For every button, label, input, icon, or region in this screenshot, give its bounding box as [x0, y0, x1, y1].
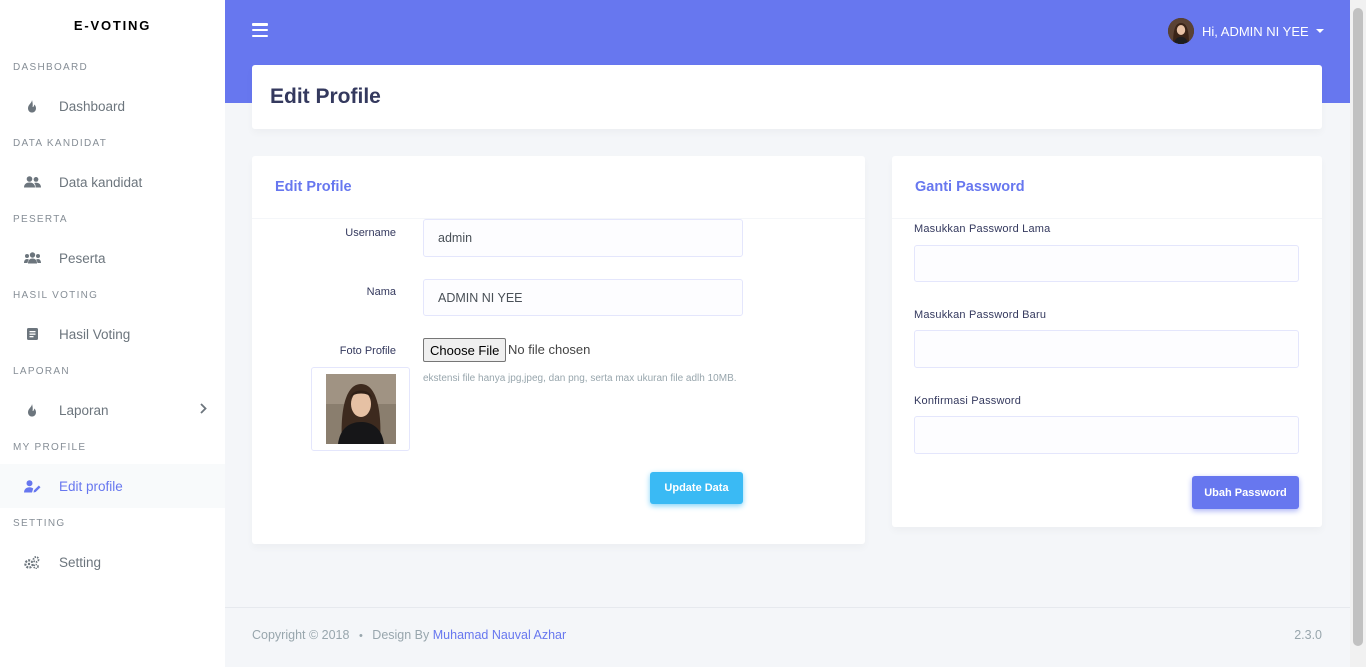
update-data-button[interactable]: Update Data: [650, 472, 743, 504]
sidebar-item-label: Hasil Voting: [59, 326, 131, 342]
chevron-right-icon: [200, 402, 207, 417]
menu-header-setting: SETTING: [13, 518, 66, 529]
sidebar-item-hasil-voting[interactable]: Hasil Voting: [0, 312, 225, 356]
new-password-input[interactable]: [914, 330, 1299, 368]
section-header: Edit Profile: [252, 65, 1322, 129]
menu-header-my-profile: MY PROFILE: [13, 442, 87, 453]
choose-file-button[interactable]: Choose File: [423, 338, 507, 362]
old-password-input[interactable]: [914, 245, 1299, 282]
card-title: Edit Profile: [275, 179, 352, 195]
menu-header-data-kandidat: DATA KANDIDAT: [13, 138, 108, 149]
confirm-password-label: Konfirmasi Password: [914, 395, 1022, 407]
file-status: No file chosen: [508, 342, 591, 357]
username-label: Username: [345, 227, 396, 239]
users-group-icon: [22, 250, 42, 266]
footer: Copyright © 2018 • Design By Muhamad Nau…: [225, 607, 1350, 667]
user-edit-icon: [22, 478, 42, 494]
page-scrollbar[interactable]: [1350, 0, 1366, 667]
sidebar-item-label: Laporan: [59, 402, 109, 418]
sidebar-item-edit-profile[interactable]: Edit profile: [0, 464, 225, 508]
avatar: [1168, 18, 1194, 44]
scrollbar-thumb[interactable]: [1353, 8, 1363, 646]
version-text: 2.3.0: [1294, 628, 1322, 642]
author-link[interactable]: Muhamad Nauval Azhar: [433, 628, 566, 642]
sidebar-item-laporan[interactable]: Laporan: [0, 388, 225, 432]
design-by-text: Design By: [372, 628, 430, 642]
users-icon: [22, 174, 42, 190]
sidebar-item-data-kandidat[interactable]: Data kandidat: [0, 160, 225, 204]
sidebar-item-label: Edit profile: [59, 478, 123, 494]
nama-input[interactable]: ADMIN NI YEE: [423, 279, 743, 316]
sidebar-item-label: Peserta: [59, 250, 106, 266]
fire-icon: [22, 98, 42, 114]
menu-header-dashboard: DASHBOARD: [13, 62, 89, 73]
user-greeting: Hi, ADMIN NI YEE: [1202, 23, 1309, 39]
sidebar-item-dashboard[interactable]: Dashboard: [0, 84, 225, 128]
user-dropdown[interactable]: Hi, ADMIN NI YEE: [1168, 18, 1324, 44]
foto-profile-label: Foto Profile: [339, 345, 396, 357]
edit-profile-card: Edit Profile Username admin Nama ADMIN N…: [252, 156, 865, 544]
footer-separator: •: [358, 630, 363, 642]
sidebar-item-setting[interactable]: Setting: [0, 540, 225, 584]
menu-header-hasil-voting: HASIL VOTING: [13, 290, 99, 301]
ubah-password-button[interactable]: Ubah Password: [1192, 476, 1299, 509]
new-password-label: Masukkan Password Baru: [914, 309, 1047, 321]
sidebar-item-label: Setting: [59, 554, 102, 570]
nama-label: Nama: [366, 286, 396, 298]
menu-header-laporan: LAPORAN: [13, 366, 70, 377]
sidebar-item-label: Dashboard: [59, 98, 126, 114]
profile-photo-thumbnail: [311, 367, 410, 451]
change-password-card: Ganti Password Masukkan Password Lama Ma…: [892, 156, 1322, 527]
sidebar-item-label: Data kandidat: [59, 174, 143, 190]
footer-copyright: Copyright © 2018 • Design By Muhamad Nau…: [252, 628, 566, 642]
card-header: Ganti Password: [892, 156, 1322, 219]
copyright-text: Copyright © 2018: [252, 628, 350, 642]
username-input[interactable]: admin: [423, 219, 743, 257]
menu-header-peserta: PESERTA: [13, 214, 68, 225]
card-header: Edit Profile: [252, 156, 865, 219]
sidebar: E-VOTING DASHBOARD Dashboard DATA KANDID…: [0, 0, 225, 667]
cogs-icon: [22, 554, 42, 570]
caret-down-icon: [1315, 29, 1324, 33]
card-title: Ganti Password: [915, 179, 1025, 195]
old-password-label: Masukkan Password Lama: [914, 223, 1051, 235]
confirm-password-input[interactable]: [914, 416, 1299, 454]
file-help-text: ekstensi file hanya jpg,jpeg, dan png, s…: [423, 373, 737, 384]
sidebar-item-peserta[interactable]: Peserta: [0, 236, 225, 280]
fire-icon: [22, 402, 42, 418]
document-icon: [22, 326, 42, 342]
brand-logo[interactable]: E-VOTING: [0, 0, 225, 52]
hamburger-menu-icon[interactable]: [252, 23, 268, 38]
page-title: Edit Profile: [270, 85, 381, 108]
